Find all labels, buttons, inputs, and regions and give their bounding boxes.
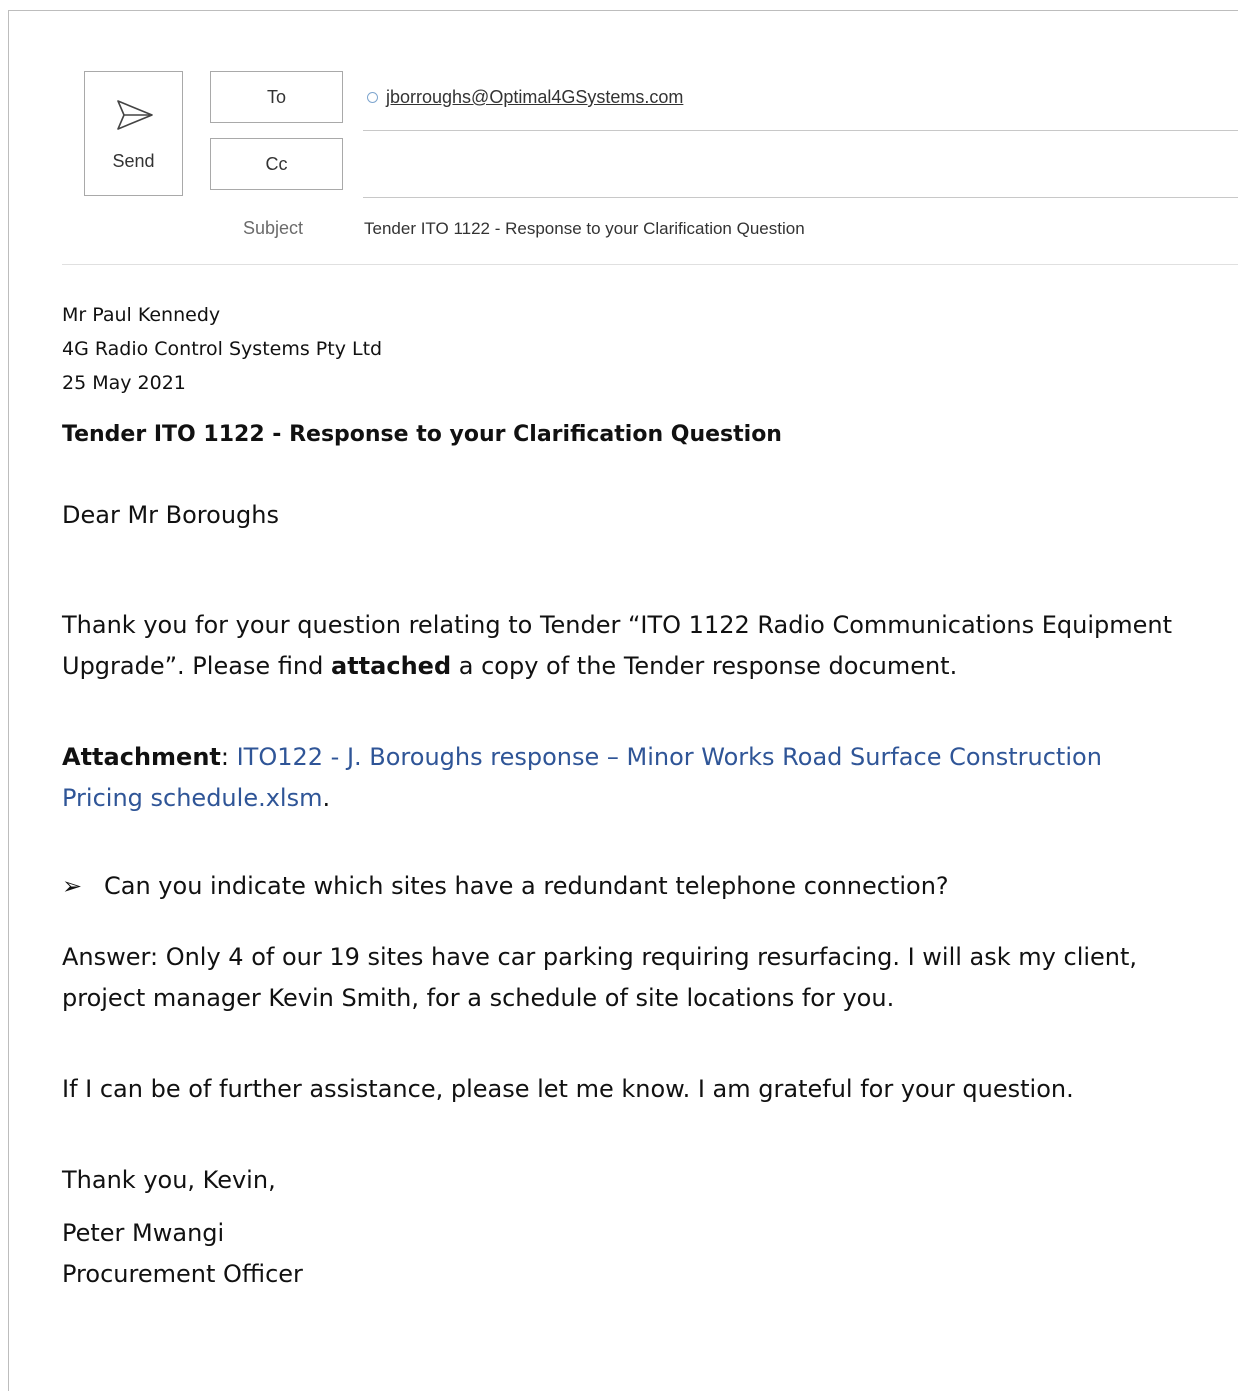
greeting: Dear Mr Boroughs bbox=[62, 501, 279, 529]
cc-field-underline bbox=[363, 197, 1238, 198]
thanks-line: Thank you, Kevin, bbox=[62, 1166, 276, 1194]
question-text: Can you indicate which sites have a redu… bbox=[104, 872, 949, 900]
cc-button[interactable]: Cc bbox=[210, 138, 343, 190]
to-button[interactable]: To bbox=[210, 71, 343, 123]
cc-field[interactable] bbox=[363, 140, 1238, 196]
subject-label: Subject bbox=[243, 218, 304, 238]
intro-bold-text: attached bbox=[331, 652, 452, 680]
arrow-bullet-icon: ➢ bbox=[62, 872, 83, 900]
to-field[interactable]: jborroughs@Optimal4GSystems.com bbox=[367, 87, 683, 108]
question-bullet: ➢ Can you indicate which sites have a red… bbox=[62, 866, 1182, 907]
address-block: Mr Paul Kennedy 4G Radio Control Systems… bbox=[62, 298, 1182, 400]
attachment-label: Attachment bbox=[62, 743, 221, 771]
message-body[interactable]: Mr Paul Kennedy 4G Radio Control Systems… bbox=[62, 298, 1182, 1295]
closing-line: If I can be of further assistance, pleas… bbox=[62, 1075, 1074, 1103]
sender-name: Mr Paul Kennedy bbox=[62, 304, 221, 326]
attachment-colon: : bbox=[220, 743, 237, 771]
send-button[interactable]: Send bbox=[84, 71, 183, 196]
signature-name: Peter Mwangi bbox=[62, 1219, 225, 1247]
attachment-paragraph: Attachment: ITO122 - J. Boroughs respons… bbox=[62, 737, 1182, 819]
sender-company: 4G Radio Control Systems Pty Ltd bbox=[62, 338, 383, 360]
to-recipient[interactable]: jborroughs@Optimal4GSystems.com bbox=[386, 87, 683, 108]
intro-paragraph: Thank you for your question relating to … bbox=[62, 605, 1182, 687]
subject-field[interactable]: Tender ITO 1122 - Response to your Clari… bbox=[364, 219, 805, 239]
presence-status-icon bbox=[367, 92, 378, 103]
signature-title: Procurement Officer bbox=[62, 1260, 303, 1288]
send-icon bbox=[117, 100, 153, 130]
intro-text-2: a copy of the Tender response document. bbox=[451, 652, 958, 680]
letter-heading: Tender ITO 1122 - Response to your Clari… bbox=[62, 422, 782, 447]
answer-paragraph: Answer: Only 4 of our 19 sites have car … bbox=[62, 943, 1138, 1012]
send-label: Send bbox=[112, 151, 155, 171]
letter-date: 25 May 2021 bbox=[62, 372, 186, 394]
attachment-period: . bbox=[322, 784, 331, 812]
header-divider bbox=[62, 264, 1238, 265]
to-field-underline bbox=[363, 130, 1238, 131]
